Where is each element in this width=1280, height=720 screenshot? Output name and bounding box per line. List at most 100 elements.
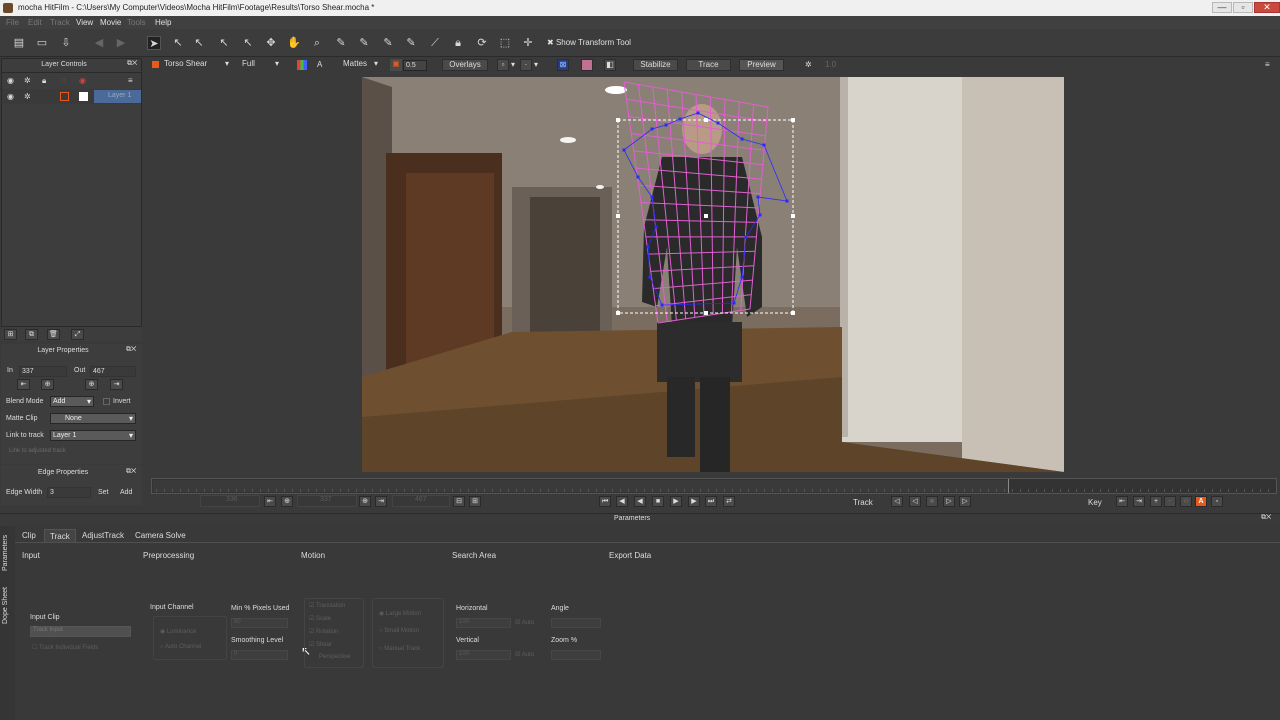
spline-point[interactable] xyxy=(664,123,668,127)
motion-translation-checkbox[interactable]: ☑ Translation xyxy=(309,602,345,609)
menu-movie[interactable]: Movie xyxy=(100,18,121,27)
layer-visibility-icon[interactable]: ◉ xyxy=(7,92,14,101)
overlay-options-icon[interactable]: ▫ xyxy=(497,59,509,71)
auto-channel-radio[interactable]: ○ Auto Channel xyxy=(160,644,201,650)
matte-clip-select[interactable]: None xyxy=(50,413,136,424)
redo-icon[interactable]: ▶ xyxy=(114,36,128,50)
angle-field[interactable] xyxy=(551,618,601,628)
tab-clip[interactable]: Clip xyxy=(17,529,41,542)
spline-point[interactable] xyxy=(744,235,748,239)
xspline-icon[interactable]: ✎ xyxy=(334,36,348,50)
goto-out-icon[interactable]: ⊕ xyxy=(85,379,98,390)
key-options-icon[interactable]: ▫ xyxy=(1211,496,1223,507)
layer-select[interactable]: Torso Shear xyxy=(161,59,231,71)
link-to-track-select[interactable]: Layer 1 xyxy=(50,430,136,441)
minimize-button[interactable]: — xyxy=(1212,2,1232,13)
edge-width-field[interactable]: 3 xyxy=(47,487,91,498)
rotate-icon[interactable]: ⟳ xyxy=(475,36,489,50)
edge-icon[interactable]: ⟋ xyxy=(428,36,442,50)
play-forward-icon[interactable]: ▶ xyxy=(670,496,682,507)
goto-in-point-icon[interactable]: ⊕ xyxy=(281,496,293,507)
grid-dropdown-icon[interactable]: ▾ xyxy=(534,60,538,69)
step-back-icon[interactable]: ◀ xyxy=(616,496,628,507)
motion-shear-checkbox[interactable]: ☑ Shear xyxy=(309,641,332,648)
add-xspline-icon[interactable]: ✎ xyxy=(357,36,371,50)
spline-point[interactable] xyxy=(756,195,760,199)
set-out-point-icon[interactable]: ⇥ xyxy=(375,496,387,507)
delete-layer-icon[interactable]: 🗑︎ xyxy=(47,329,60,340)
motion-scale-checkbox[interactable]: ☑ Scale xyxy=(309,615,331,622)
spline-point[interactable] xyxy=(654,225,658,229)
zoom-percent-field[interactable] xyxy=(551,650,601,660)
preview-button[interactable]: Preview xyxy=(739,59,784,71)
select-edges-icon[interactable]: ↖ xyxy=(217,36,231,50)
set-in-point-icon[interactable]: ⇤ xyxy=(264,496,276,507)
add-bezier-icon[interactable]: ✎ xyxy=(404,36,418,50)
duplicate-layer-icon[interactable]: ⧉ xyxy=(25,329,38,340)
next-key-icon[interactable]: ⇥ xyxy=(1133,496,1145,507)
panel-float-icon[interactable]: ⧉✕ xyxy=(1261,514,1271,522)
transform-handle[interactable] xyxy=(704,311,708,315)
add-key-icon[interactable]: + xyxy=(1150,496,1162,507)
spline-point[interactable] xyxy=(758,213,762,217)
zoom-field[interactable]: 1.0 xyxy=(825,60,836,69)
timeline-bar[interactable] xyxy=(151,478,1277,494)
transform-handle[interactable] xyxy=(616,118,620,122)
select-all-icon[interactable]: ↖ xyxy=(192,36,206,50)
overlay-dropdown-icon[interactable]: ▾ xyxy=(511,60,515,69)
transform-handle[interactable] xyxy=(616,214,620,218)
transform-handle[interactable] xyxy=(704,214,708,218)
frame-start-field[interactable]: 336 xyxy=(200,495,260,507)
min-pixels-field[interactable]: 90 xyxy=(231,618,288,628)
motion-rotation-checkbox[interactable]: ☑ Rotation xyxy=(309,628,338,635)
menu-help[interactable]: Help xyxy=(155,18,171,27)
expand-layer-icon[interactable]: ⤢ xyxy=(71,329,84,340)
save-project-icon[interactable]: ⇩ xyxy=(59,36,73,50)
transform-handle[interactable] xyxy=(791,214,795,218)
spline-point[interactable] xyxy=(716,121,720,125)
side-tab-dope-sheet[interactable]: Dope Sheet xyxy=(2,587,9,624)
transform-handle[interactable] xyxy=(791,118,795,122)
layer-row[interactable]: ◉ ✲ Layer 1 xyxy=(2,89,141,104)
layer-gear-icon[interactable]: ✲ xyxy=(24,92,31,101)
track-forward-icon[interactable]: ▷ xyxy=(959,496,971,507)
panel-float-icon[interactable]: ⧉✕ xyxy=(126,468,136,476)
panel-float-icon[interactable]: ⧉✕ xyxy=(126,346,136,354)
mattes-select[interactable]: Mattes xyxy=(340,59,380,71)
center-icon[interactable]: ✛ xyxy=(521,36,535,50)
delete-all-keys-icon[interactable]: ⊖ xyxy=(1180,496,1192,507)
luminance-radio[interactable]: ◉ Luminance xyxy=(160,628,196,635)
horizontal-auto-checkbox[interactable]: ☒ Auto xyxy=(515,619,534,626)
select-points-icon[interactable]: ↖ xyxy=(171,36,185,50)
out-field[interactable]: 467 xyxy=(90,366,136,377)
tab-camera-solve[interactable]: Camera Solve xyxy=(130,529,191,542)
spline-point[interactable] xyxy=(650,127,654,131)
play-backward-icon[interactable]: ◀ xyxy=(634,496,646,507)
vertical-field[interactable]: 100 xyxy=(456,650,511,660)
vertical-auto-checkbox[interactable]: ☒ Auto xyxy=(515,651,534,658)
reset-timeline-icon[interactable]: ⊞ xyxy=(469,496,481,507)
spline-point[interactable] xyxy=(740,275,744,279)
horizontal-field[interactable]: 100 xyxy=(456,618,511,628)
mesh-color-icon[interactable] xyxy=(581,59,593,71)
goto-out-point-icon[interactable]: ⊕ xyxy=(359,496,371,507)
blend-mode-select[interactable]: Add xyxy=(50,396,94,407)
video-viewer[interactable] xyxy=(362,77,1064,472)
move-icon[interactable]: ✥ xyxy=(264,36,278,50)
transform-handle[interactable] xyxy=(616,311,620,315)
quality-select[interactable]: Full xyxy=(239,59,281,71)
set-out-icon[interactable]: ⇥ xyxy=(110,379,123,390)
side-tab-parameters[interactable]: Parameters xyxy=(2,535,9,571)
loop-icon[interactable]: ⇄ xyxy=(723,496,735,507)
spline-point[interactable] xyxy=(740,137,744,141)
close-button[interactable]: ✕ xyxy=(1254,2,1280,13)
invert-checkbox[interactable] xyxy=(103,398,110,405)
stop-icon[interactable]: ■ xyxy=(652,496,664,507)
maximize-button[interactable]: ▫ xyxy=(1233,2,1253,13)
scale-icon[interactable]: ⬚ xyxy=(498,36,512,50)
transform-handle[interactable] xyxy=(704,118,708,122)
spline-point[interactable] xyxy=(648,275,652,279)
surface-icon[interactable]: ⊠ xyxy=(557,59,569,71)
menu-track[interactable]: Track xyxy=(50,18,70,27)
menu-tools[interactable]: Tools xyxy=(127,18,146,27)
